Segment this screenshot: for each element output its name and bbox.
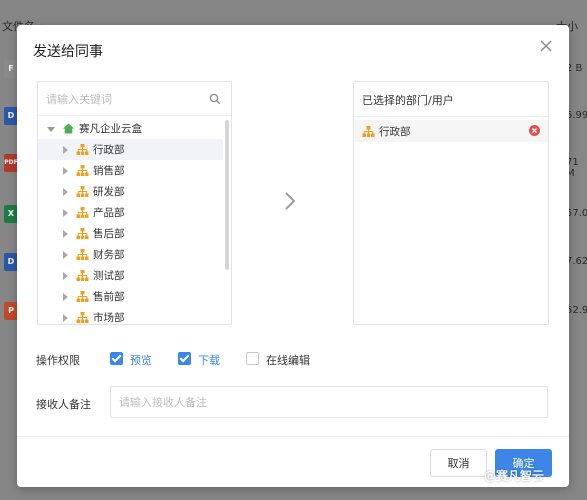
department-tree-panel: 赛凡企业云盒 行政部 销售部 研发	[37, 81, 232, 325]
search-icon[interactable]	[209, 93, 221, 105]
chevron-right-icon[interactable]	[60, 250, 70, 260]
search-input[interactable]	[46, 90, 206, 108]
file-size: 7.62	[566, 256, 587, 267]
divider	[354, 116, 548, 117]
tree-item-department[interactable]: 销售部	[38, 160, 223, 181]
selected-item: 行政部	[354, 120, 548, 142]
tree-item-label: 售前部	[93, 291, 125, 303]
org-chart-icon	[76, 311, 89, 324]
tree-item-label: 销售部	[93, 165, 125, 177]
file-size: 5.99	[566, 110, 587, 121]
org-chart-icon	[76, 206, 89, 219]
home-icon	[62, 122, 75, 135]
file-icon: X	[4, 205, 18, 223]
tree-item-label: 研发部	[93, 186, 125, 198]
dialog-title: 发送给同事	[33, 44, 103, 60]
tree-item-department[interactable]: 售后部	[38, 223, 223, 244]
selected-panel: 已选择的部门/用户 行政部	[353, 81, 549, 325]
chevron-right-icon[interactable]	[60, 187, 70, 197]
chevron-right-icon[interactable]	[60, 292, 70, 302]
scrollbar-thumb[interactable]	[225, 120, 229, 270]
chevron-right-icon[interactable]	[60, 145, 70, 155]
tree-item-department[interactable]: 研发部	[38, 181, 223, 202]
tree-root-label: 赛凡企业云盒	[79, 123, 142, 135]
remove-icon[interactable]	[529, 125, 540, 136]
close-icon[interactable]	[537, 39, 555, 57]
tree-item-label: 市场部	[93, 312, 125, 324]
tree-item-label: 行政部	[93, 144, 125, 156]
checkbox-online-edit[interactable]	[246, 352, 259, 365]
chevron-right-icon[interactable]	[60, 166, 70, 176]
file-size: 52.9	[566, 305, 587, 316]
selected-item-label: 行政部	[379, 125, 411, 138]
tree-item-label: 财务部	[93, 249, 125, 261]
org-chart-icon	[76, 164, 89, 177]
tree-item-department[interactable]: 财务部	[38, 244, 223, 265]
file-icon: PDF	[4, 154, 18, 172]
chevron-right-icon[interactable]	[60, 208, 70, 218]
org-chart-icon	[362, 125, 375, 138]
file-icon: P	[4, 302, 18, 320]
checkbox-online-edit-label[interactable]: 在线编辑	[266, 352, 310, 368]
file-icon: F	[4, 60, 18, 78]
file-icon: D	[4, 253, 18, 271]
org-chart-icon	[76, 290, 89, 303]
tree-item-department[interactable]: 产品部	[38, 202, 223, 223]
org-chart-icon	[76, 248, 89, 261]
checkbox-download-label[interactable]: 下载	[198, 352, 220, 368]
chevron-right-icon[interactable]	[60, 313, 70, 323]
department-tree: 赛凡企业云盒 行政部 销售部 研发部 产品部 售后部 财务部 测试部 售前部 市…	[38, 118, 223, 324]
permissions-label: 操作权限	[36, 354, 80, 367]
tree-item-department[interactable]: 市场部	[38, 307, 223, 324]
file-size: 57.0	[566, 208, 587, 219]
remark-label: 接收人备注	[36, 398, 91, 411]
tree-root[interactable]: 赛凡企业云盒	[38, 118, 223, 139]
tree-item-department[interactable]: 售前部	[38, 286, 223, 307]
chevron-right-icon[interactable]	[60, 271, 70, 281]
footer-divider	[17, 436, 569, 437]
tree-item-label: 售后部	[93, 228, 125, 240]
selected-panel-title: 已选择的部门/用户	[362, 94, 454, 107]
remark-input[interactable]	[110, 386, 548, 418]
org-chart-icon	[76, 269, 89, 282]
checkbox-preview[interactable]	[110, 352, 123, 365]
file-size: 71 M	[566, 157, 579, 179]
cancel-button[interactable]: 取消	[430, 449, 487, 477]
tree-item-department[interactable]: 测试部	[38, 265, 223, 286]
tree-scrollbar[interactable]	[223, 118, 231, 324]
tree-item-label: 测试部	[93, 270, 125, 282]
search-row	[38, 82, 231, 116]
org-chart-icon	[76, 143, 89, 156]
checkbox-preview-label[interactable]: 预览	[130, 352, 152, 368]
tree-item-label: 产品部	[93, 207, 125, 219]
org-chart-icon	[76, 185, 89, 198]
watermark: @赛凡智云	[484, 469, 545, 483]
checkbox-download[interactable]	[178, 352, 191, 365]
file-icon: D	[4, 107, 18, 125]
chevron-down-icon[interactable]	[46, 124, 56, 134]
chevron-right-icon[interactable]	[60, 229, 70, 239]
org-chart-icon	[76, 227, 89, 240]
chevron-right-icon[interactable]	[283, 189, 297, 213]
tree-item-department[interactable]: 行政部	[38, 139, 223, 160]
send-to-colleague-dialog: 发送给同事 赛凡企业云盒 行政部	[17, 25, 569, 487]
